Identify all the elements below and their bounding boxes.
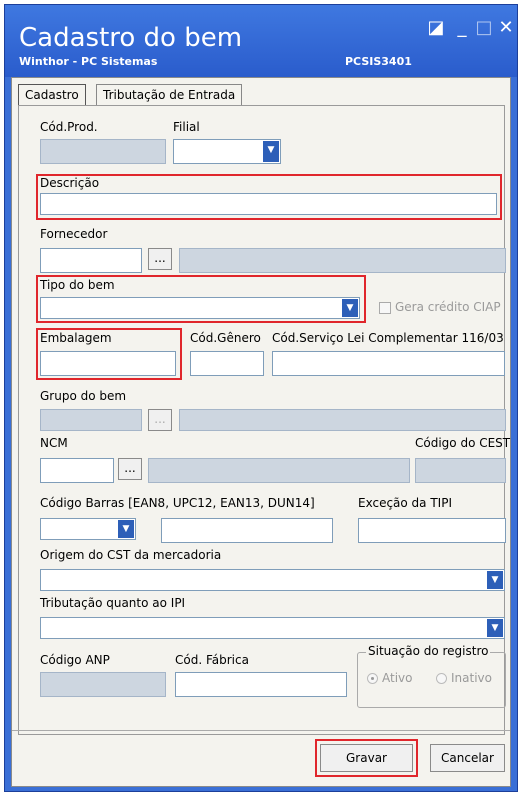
- client-area: Cadastro Tributação de Entrada Cód.Prod.…: [11, 77, 511, 787]
- embalagem-input[interactable]: [40, 351, 176, 376]
- inativo-radio: [436, 673, 447, 684]
- cod-prod-input: [40, 139, 166, 164]
- tab-cadastro[interactable]: Cadastro: [18, 84, 86, 105]
- maximize-icon[interactable]: □: [473, 17, 495, 39]
- gera-credito-checkbox[interactable]: [379, 302, 391, 314]
- codigo-anp-label: Código ANP: [40, 653, 110, 667]
- grupo-do-bem-lookup-button: ...: [148, 409, 172, 431]
- codigo-barras-input[interactable]: [161, 518, 333, 543]
- codigo-anp-input: [40, 672, 166, 697]
- footer-bar: Gravar Cancelar: [12, 730, 510, 786]
- chevron-down-icon: ▼: [487, 619, 503, 637]
- tipo-do-bem-select[interactable]: ▼: [40, 297, 360, 319]
- codigo-cest-label: Código do CEST: [415, 436, 511, 450]
- cod-prod-label: Cód.Prod.: [40, 120, 98, 134]
- tipo-do-bem-label: Tipo do bem: [40, 278, 115, 292]
- situacao-groupbox: Situação do registro Ativo Inativo: [357, 644, 506, 708]
- cod-servico-input[interactable]: [272, 351, 505, 376]
- cod-fabrica-label: Cód. Fábrica: [175, 653, 249, 667]
- cod-genero-label: Cód.Gênero: [190, 331, 261, 345]
- ativo-label: Ativo: [382, 671, 413, 685]
- grupo-do-bem-label: Grupo do bem: [40, 389, 127, 403]
- tributacao-ipi-label: Tributação quanto ao IPI: [40, 596, 186, 610]
- situacao-label: Situação do registro: [366, 644, 491, 658]
- screen-code: PCSIS3401: [345, 55, 412, 68]
- inativo-label: Inativo: [451, 671, 492, 685]
- tab-panel-cadastro: Cód.Prod. Filial ▼ Descrição Fornecedor …: [18, 105, 510, 735]
- cod-genero-input[interactable]: [190, 351, 264, 376]
- restore-icon[interactable]: ◪: [425, 17, 447, 39]
- filial-label: Filial: [173, 120, 200, 134]
- window-subtitle: Winthor - PC Sistemas: [19, 55, 158, 68]
- descricao-label: Descrição: [40, 176, 100, 190]
- codigo-barras-type-select[interactable]: ▼: [40, 518, 136, 540]
- descricao-input[interactable]: [40, 193, 497, 215]
- tributacao-ipi-select[interactable]: ▼: [40, 617, 505, 639]
- ncm-label: NCM: [40, 436, 68, 450]
- close-icon[interactable]: ✕: [495, 17, 517, 39]
- ncm-description-display: [148, 458, 410, 483]
- embalagem-label: Embalagem: [40, 331, 112, 345]
- codigo-barras-label: Código Barras [EAN8, UPC12, EAN13, DUN14…: [40, 496, 315, 510]
- tab-tributacao-entrada[interactable]: Tributação de Entrada: [96, 84, 243, 105]
- fornecedor-lookup-button[interactable]: ...: [148, 248, 172, 270]
- origem-cst-label: Origem do CST da mercadoria: [40, 548, 222, 562]
- gravar-button[interactable]: Gravar: [320, 744, 413, 772]
- ncm-lookup-button[interactable]: ...: [118, 458, 142, 480]
- ativo-radio: [367, 673, 378, 684]
- filial-select[interactable]: ▼: [173, 139, 281, 164]
- cod-servico-label: Cód.Serviço Lei Complementar 116/03: [272, 331, 504, 345]
- gera-credito-label: Gera crédito CIAP: [395, 300, 501, 314]
- fornecedor-label: Fornecedor: [40, 227, 108, 241]
- window-title: Cadastro do bem: [19, 23, 243, 53]
- excecao-tipi-label: Exceção da TIPI: [358, 496, 452, 510]
- minimize-icon[interactable]: _: [451, 17, 473, 39]
- ncm-input[interactable]: [40, 458, 114, 483]
- chevron-down-icon: ▼: [263, 141, 279, 162]
- fornecedor-name-display: [179, 248, 506, 273]
- fornecedor-input[interactable]: [40, 248, 142, 273]
- codigo-cest-input: [415, 458, 506, 483]
- grupo-do-bem-name-display: [179, 409, 506, 431]
- cod-fabrica-input[interactable]: [175, 672, 347, 697]
- grupo-do-bem-input: [40, 409, 142, 431]
- origem-cst-select[interactable]: ▼: [40, 569, 505, 591]
- cancelar-button[interactable]: Cancelar: [430, 744, 505, 772]
- chevron-down-icon: ▼: [487, 571, 503, 589]
- title-bar: Cadastro do bem Winthor - PC Sistemas PC…: [5, 5, 517, 77]
- excecao-tipi-input[interactable]: [358, 518, 506, 543]
- chevron-down-icon: ▼: [118, 520, 134, 538]
- chevron-down-icon: ▼: [342, 299, 358, 317]
- window: Cadastro do bem Winthor - PC Sistemas PC…: [4, 4, 518, 792]
